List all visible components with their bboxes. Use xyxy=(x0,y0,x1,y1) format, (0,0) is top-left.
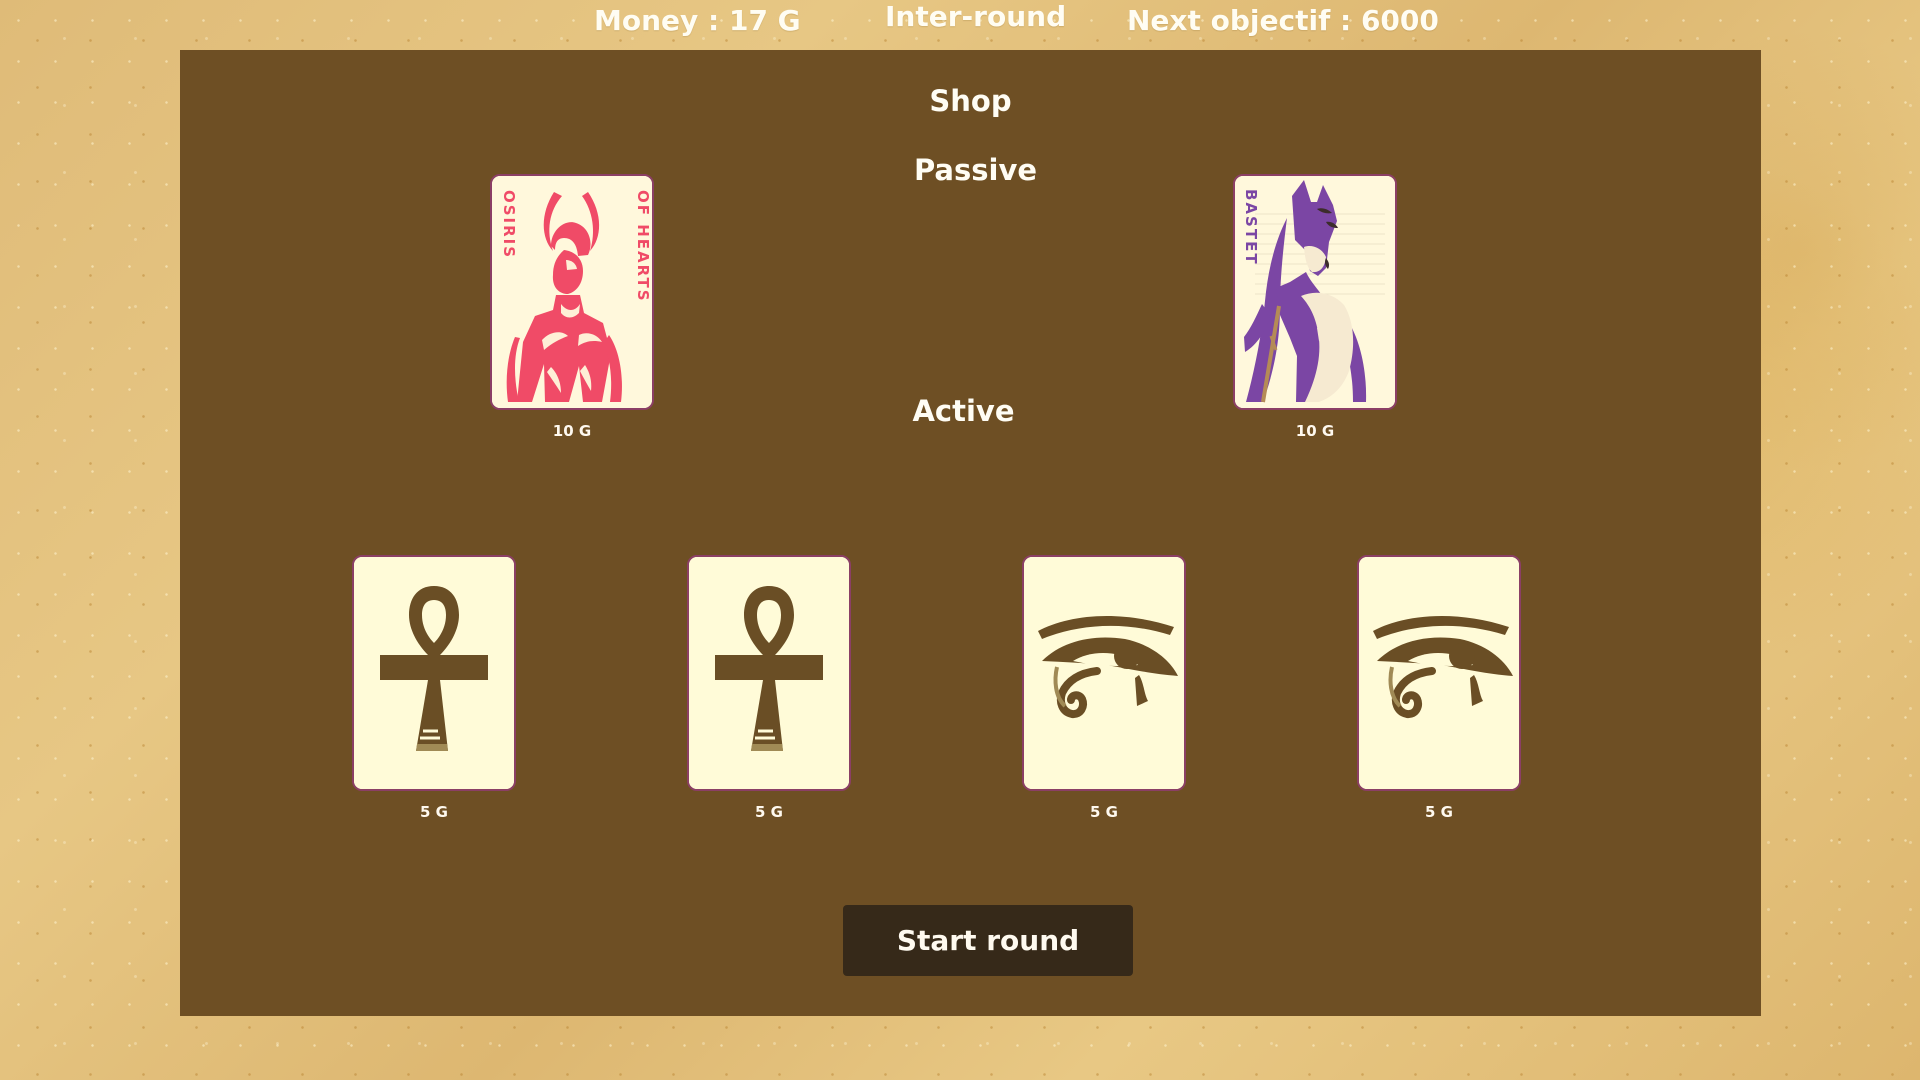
osiris-card[interactable]: OSIRIS OF HEARTS xyxy=(490,174,654,410)
passive-section-title: Passive xyxy=(913,153,1038,187)
passive-card-slot-osiris: OSIRIS OF HEARTS 10 G xyxy=(490,174,654,439)
osiris-card-price: 10 G xyxy=(552,422,592,440)
active-card-slot-eye-1: 5 G xyxy=(1022,555,1186,820)
bastet-card-price: 10 G xyxy=(1295,422,1335,440)
shop-panel: Shop Passive Active OSIRIS OF HEARTS 10 … xyxy=(180,50,1761,1016)
next-objective-display: Next objectif : 6000 xyxy=(1127,4,1439,37)
bastet-card-label: BASTET xyxy=(1242,189,1260,266)
winged-deity-icon: OSIRIS OF HEARTS xyxy=(492,176,652,408)
ankh-card[interactable] xyxy=(352,555,516,791)
shop-title: Shop xyxy=(929,84,1012,118)
eye-of-horus-icon xyxy=(1024,557,1184,789)
top-status-bar: Money : 17 G Inter-round Next objectif :… xyxy=(0,0,1920,48)
active-card-slot-ankh-2: 5 G xyxy=(687,555,851,820)
eye-card[interactable] xyxy=(1357,555,1521,791)
passive-card-slot-bastet: BASTET 10 G xyxy=(1233,174,1397,439)
ankh-icon xyxy=(354,557,514,789)
active-card-slot-ankh-1: 5 G xyxy=(352,555,516,820)
bastet-card[interactable]: BASTET xyxy=(1233,174,1397,410)
active-card-slot-eye-2: 5 G xyxy=(1357,555,1521,820)
osiris-card-left-label: OSIRIS xyxy=(500,190,518,259)
osiris-card-right-label: OF HEARTS xyxy=(634,190,652,303)
ankh-icon xyxy=(689,557,849,789)
eye-of-horus-icon xyxy=(1359,557,1519,789)
money-display: Money : 17 G xyxy=(594,4,801,37)
eye-card-price: 5 G xyxy=(1425,803,1453,821)
cat-goddess-icon: BASTET xyxy=(1235,176,1395,408)
ankh-card[interactable] xyxy=(687,555,851,791)
ankh-card-price: 5 G xyxy=(755,803,783,821)
ankh-card-price: 5 G xyxy=(420,803,448,821)
eye-card[interactable] xyxy=(1022,555,1186,791)
eye-card-price: 5 G xyxy=(1090,803,1118,821)
round-phase-label: Inter-round xyxy=(885,0,1067,33)
start-round-button[interactable]: Start round xyxy=(843,905,1133,976)
active-section-title: Active xyxy=(912,394,1015,428)
